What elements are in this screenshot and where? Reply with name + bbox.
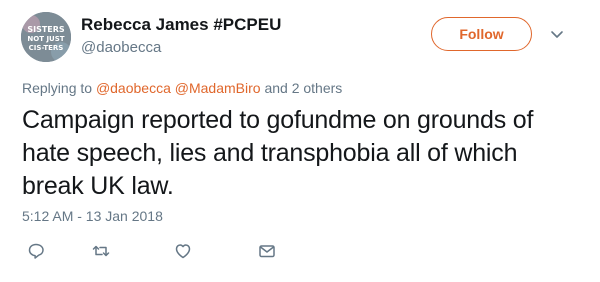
avatar-badge-icon: SISTERS NOT JUST CIS-TERS <box>21 12 71 62</box>
retweet-icon[interactable] <box>92 242 110 260</box>
author-display-name[interactable]: Rebecca James #PCPEU <box>81 15 281 35</box>
author-handle[interactable]: @daobecca <box>81 39 161 56</box>
tweet-timestamp[interactable]: 5:12 AM - 13 Jan 2018 <box>22 208 163 224</box>
reply-context: Replying to @daobecca @MadamBiro and 2 o… <box>22 80 342 96</box>
reply-prefix: Replying to <box>22 80 93 96</box>
follow-button[interactable]: Follow <box>431 17 532 51</box>
tweet-text: Campaign reported to gofundme on grounds… <box>22 106 534 200</box>
direct-message-icon[interactable] <box>258 242 276 260</box>
reply-others[interactable]: and 2 others <box>264 80 342 96</box>
reply-mention-daobecca[interactable]: @daobecca <box>96 80 171 96</box>
reply-mention-madambiro[interactable]: @MadamBiro <box>175 80 261 96</box>
chevron-down-icon[interactable] <box>550 27 564 38</box>
avatar-text-1: SISTERS <box>27 25 65 34</box>
avatar[interactable]: SISTERS NOT JUST CIS-TERS <box>21 12 71 62</box>
like-icon[interactable] <box>174 242 192 260</box>
avatar-text-3: CIS-TERS <box>29 44 64 52</box>
avatar-text-2: NOT JUST <box>27 35 64 43</box>
reply-icon[interactable] <box>27 242 45 260</box>
